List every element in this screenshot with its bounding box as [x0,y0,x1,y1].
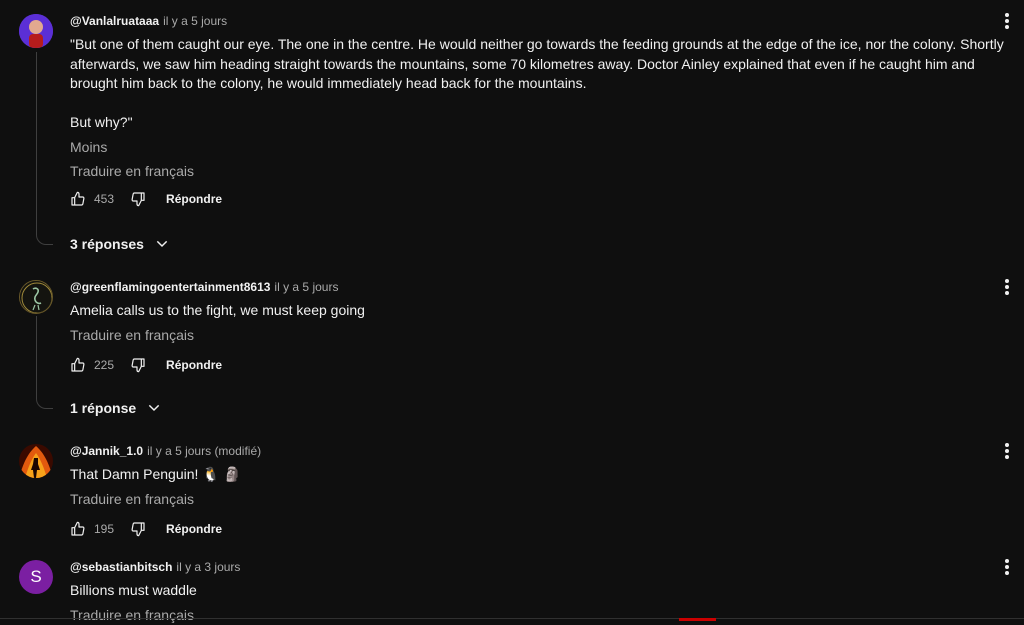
translate-link[interactable]: Traduire en français [70,490,1012,509]
like-icon[interactable] [70,357,86,373]
reply-button[interactable]: Répondre [166,358,222,372]
translate-link[interactable]: Traduire en français [70,606,1012,625]
like-icon[interactable] [70,521,86,537]
thread-line [36,52,53,245]
dislike-icon[interactable] [130,521,146,537]
comment-time[interactable]: il y a 5 jours (modifié) [147,444,261,458]
replies-label: 1 réponse [70,400,137,416]
comment-text: Billions must waddle [70,582,197,598]
comment-text: That Damn Penguin! 🐧 🗿 [70,466,242,482]
comment-text: Amelia calls us to the fight, we must ke… [70,302,365,318]
comment-paragraph: But why?" [70,114,133,130]
like-icon[interactable] [70,191,86,207]
comment-time[interactable]: il y a 5 jours [274,280,338,294]
like-count: 453 [94,191,115,206]
more-actions-icon[interactable] [999,557,1015,577]
reply-button[interactable]: Répondre [166,192,222,206]
more-actions-icon[interactable] [999,11,1015,31]
chevron-down-icon [148,404,160,412]
comment-time[interactable]: il y a 3 jours [176,560,240,574]
dislike-icon[interactable] [130,191,146,207]
comment-author[interactable]: @sebastianbitsch [70,560,172,574]
like-count: 225 [94,357,115,372]
comment-paragraph: "But one of them caught our eye. The one… [70,36,1004,91]
replies-toggle[interactable]: 1 réponse [70,400,162,416]
comment-author[interactable]: @Jannik_1.0 [70,444,143,458]
comment-time[interactable]: il y a 5 jours [163,14,227,28]
avatar[interactable] [19,14,53,48]
avatar-letter: S [30,567,42,586]
translate-link[interactable]: Traduire en français [70,326,1012,345]
more-actions-icon[interactable] [999,441,1015,461]
avatar[interactable] [19,444,53,478]
reply-button[interactable]: Répondre [166,522,222,536]
chevron-down-icon [156,240,168,248]
replies-label: 3 réponses [70,236,144,252]
dislike-icon[interactable] [130,357,146,373]
comment-text: "But one of them caught our eye. The one… [70,35,1012,133]
show-less-link[interactable]: Moins [70,138,1012,157]
avatar[interactable]: S [19,560,53,594]
replies-toggle[interactable]: 3 réponses [70,236,170,252]
bottom-border [0,618,1024,619]
comment-author[interactable]: @greenflamingoentertainment8613 [70,280,270,294]
translate-link[interactable]: Traduire en français [70,162,1012,181]
more-actions-icon[interactable] [999,277,1015,297]
avatar[interactable] [19,280,53,314]
thread-line [36,316,53,409]
comment-author[interactable]: @Vanlalruataaa [70,14,159,28]
like-count: 195 [94,521,115,536]
